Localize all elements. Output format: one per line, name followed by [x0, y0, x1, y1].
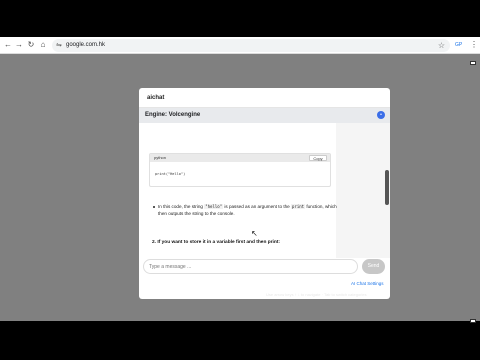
- engine-label: Engine: Volcengine: [145, 112, 201, 118]
- site-info-icon[interactable]: ⇋: [56, 41, 62, 50]
- step-text: If you want to store it in a variable fi…: [157, 240, 280, 245]
- sidebar-thumb-icon[interactable]: [470, 61, 476, 65]
- browser-toolbar: ← → ↻ ⌂ ⇋ google.com.hk ☆ GP ⋮: [0, 37, 480, 54]
- message-input[interactable]: [149, 263, 349, 271]
- screen: ← → ↻ ⌂ ⇋ google.com.hk ☆ GP ⋮ aichat En…: [0, 0, 480, 360]
- panel-header: aichat: [139, 88, 390, 108]
- forward-icon[interactable]: →: [14, 40, 24, 50]
- copy-button[interactable]: Copy: [309, 155, 327, 161]
- bullet-middle: is passed as an argument to the: [223, 204, 292, 209]
- code-language: python: [154, 155, 167, 160]
- code-block: python Copy print("Hello"): [149, 153, 331, 187]
- send-button[interactable]: Send: [362, 259, 385, 274]
- message-input-wrap[interactable]: [143, 259, 358, 274]
- chat-scrollbar[interactable]: [385, 170, 389, 205]
- inline-code-hello: "hello": [204, 204, 224, 209]
- browser-menu-icon[interactable]: ⋮: [470, 40, 478, 50]
- address-bar[interactable]: ⇋ google.com.hk ☆: [52, 39, 450, 52]
- panel-title: aichat: [147, 95, 165, 101]
- bullet-prefix: In this code, the string: [158, 204, 205, 209]
- mouse-cursor: ↖: [251, 229, 258, 238]
- keyboard-hint: Use arrow keys ↑ ↓ to navigate · Tab to …: [266, 292, 367, 297]
- sidebar-thumb-icon[interactable]: [470, 319, 476, 323]
- back-icon[interactable]: ←: [3, 40, 13, 50]
- code-header: python Copy: [150, 154, 330, 162]
- url-text[interactable]: google.com.hk: [66, 41, 105, 50]
- right-rail: [336, 123, 390, 258]
- extension-gp-icon[interactable]: GP: [455, 41, 462, 49]
- answer-step: 2. If you want to store it in a variable…: [152, 239, 280, 246]
- inline-code-print: print: [291, 204, 306, 209]
- chat-area: [139, 123, 390, 258]
- answer-bullet: In this code, the string "hello" is pass…: [158, 203, 338, 217]
- step-number: 2.: [152, 240, 157, 245]
- bullet-dot: [153, 206, 155, 208]
- bookmark-star-icon[interactable]: ☆: [438, 41, 445, 50]
- code-text: print("Hello"): [155, 172, 186, 176]
- home-icon[interactable]: ⌂: [38, 40, 48, 50]
- engine-select-icon[interactable]: •: [377, 111, 385, 119]
- left-rail: [139, 123, 147, 258]
- engine-bar[interactable]: Engine: Volcengine •: [139, 108, 390, 123]
- reload-icon[interactable]: ↻: [26, 40, 36, 50]
- chat-settings-link[interactable]: AI Chat Settings: [351, 281, 384, 287]
